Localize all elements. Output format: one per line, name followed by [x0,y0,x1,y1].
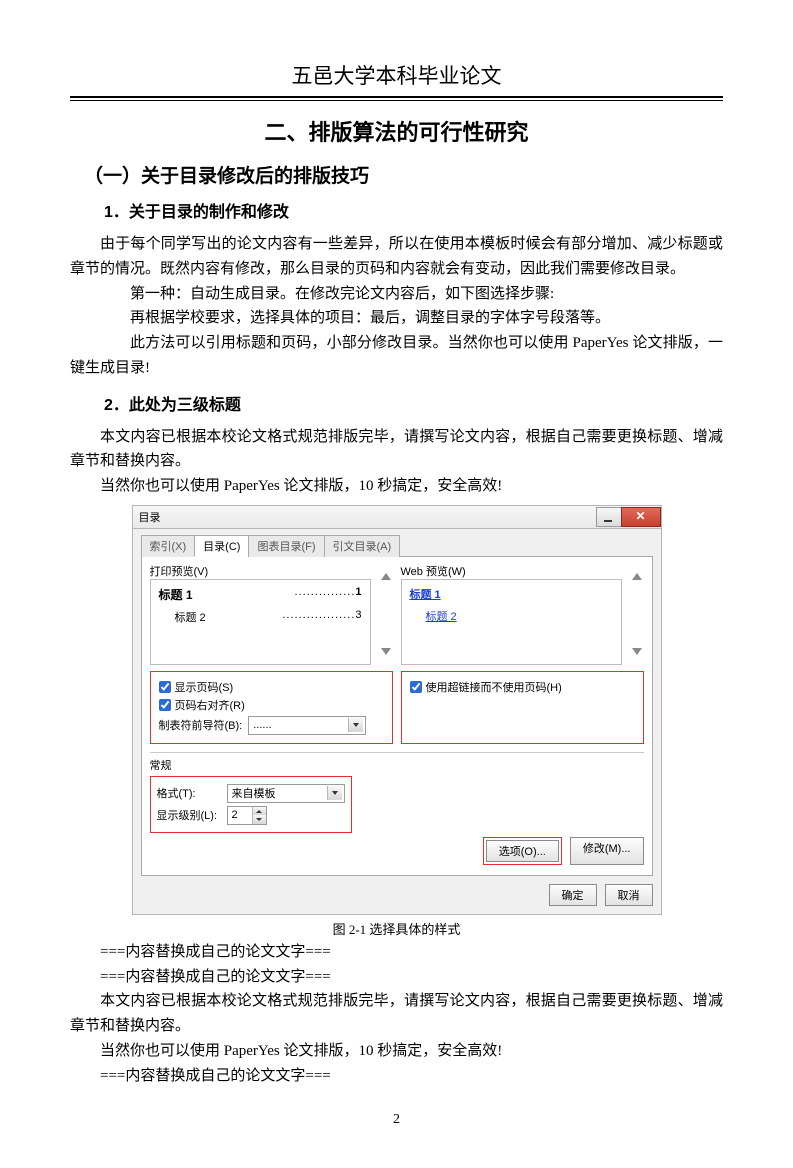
spinner-down-icon[interactable] [253,815,266,824]
paragraph: 第一种：自动生成目录。在修改完论文内容后，如下图选择步骤: [70,282,723,307]
help-icon[interactable] [596,507,621,527]
heading-level-3a: 1．关于目录的制作和修改 [104,198,723,222]
tab-figures[interactable]: 图表目录(F) [248,535,324,557]
cb-align-right-label: 页码右对齐(R) [175,697,245,713]
levels-value: 2 [228,807,252,824]
header-double-rule [70,96,723,101]
chevron-up-icon[interactable] [632,573,642,580]
paragraph: 当然你也可以使用 PaperYes 论文排版，10 秒搞定，安全高效! [70,474,723,499]
tab-leader-value: ...... [253,719,271,731]
page-header-title: 五邑大学本科毕业论文 [70,60,723,90]
heading-level-3b: 2．此处为三级标题 [104,391,723,415]
print-preview-label: 打印预览(V) [150,563,371,579]
cb-hyperlink-label: 使用超链接而不使用页码(H) [426,679,562,695]
cb-align-right[interactable] [159,699,171,711]
figure-caption: 图 2-1 选择具体的样式 [70,919,723,938]
modify-button[interactable]: 修改(M)... [570,837,644,865]
cancel-button[interactable]: 取消 [605,884,653,906]
ok-button[interactable]: 确定 [549,884,597,906]
dialog-tabstrip: 索引(X) 目录(C) 图表目录(F) 引文目录(A) [141,535,653,557]
paragraph: ===内容替换成自己的论文文字=== [70,965,723,990]
heading-level-1: 二、排版算法的可行性研究 [70,115,723,147]
page-number: 2 [70,1112,723,1128]
tab-leader-dropdown[interactable]: ...... [248,716,366,735]
spinner-up-icon[interactable] [253,807,266,816]
paragraph: 由于每个同学写出的论文内容有一些差异，所以在使用本模板时候会有部分增加、减少标题… [70,232,723,282]
tab-toc[interactable]: 目录(C) [194,535,249,557]
chevron-down-icon[interactable] [327,786,342,800]
cb-show-page[interactable] [159,681,171,693]
chevron-up-icon[interactable] [381,573,391,580]
preview-heading-1: 标题 1 [159,586,193,603]
web-link-2[interactable]: 标题 2 [410,608,613,624]
heading-level-2: （一）关于目录修改后的排版技巧 [84,161,723,188]
levels-spinner[interactable]: 2 [227,806,267,825]
general-label: 常规 [150,757,644,773]
web-link-1[interactable]: 标题 1 [410,586,613,602]
dialog-title: 目录 [139,509,161,525]
paragraph: 本文内容已根据本校论文格式规范排版完毕，请撰写论文内容，根据自己需要更换标题、增… [70,425,723,475]
hyperlink-option: 使用超链接而不使用页码(H) [401,671,644,744]
dialog-titlebar[interactable]: 目录 ✕ [132,505,662,528]
chevron-down-icon[interactable] [381,648,391,655]
tab-leader-label: 制表符前导符(B): [159,717,243,733]
options-button[interactable]: 选项(O)... [486,840,559,862]
tab-index[interactable]: 索引(X) [141,535,196,557]
cb-show-page-label: 显示页码(S) [175,679,234,695]
embedded-dialog: 目录 ✕ 索引(X) 目录(C) 图表目录(F) 引文目录(A) 打印预览(V) [132,505,662,915]
format-value: 来自模板 [232,785,276,801]
web-preview-box: 标题 1 标题 2 [401,579,622,665]
paragraph: ===内容替换成自己的论文文字=== [70,1064,723,1089]
preview-page-1: 1 [355,586,361,603]
preview-scroll[interactable] [379,563,393,665]
paragraph: 此方法可以引用标题和页码，小部分修改目录。当然你也可以使用 PaperYes 论… [70,331,723,381]
paragraph: ===内容替换成自己的论文文字=== [70,940,723,965]
preview-heading-2: 标题 2 [175,609,206,625]
web-preview-label: Web 预览(W) [401,563,622,579]
format-dropdown[interactable]: 来自模板 [227,784,345,803]
print-preview-box: 标题 1 ............... 1 标题 2 ............… [150,579,371,665]
web-scroll[interactable] [630,563,644,665]
close-icon[interactable]: ✕ [621,507,661,527]
preview-page-2: 3 [355,609,361,625]
chevron-down-icon[interactable] [632,648,642,655]
cb-hyperlink[interactable] [410,681,422,693]
paragraph: 本文内容已根据本校论文格式规范排版完毕，请撰写论文内容，根据自己需要更换标题、增… [70,989,723,1039]
page-number-options: 显示页码(S) 页码右对齐(R) 制表符前导符(B): ...... [150,671,393,744]
format-label: 格式(T): [157,785,227,801]
paragraph: 当然你也可以使用 PaperYes 论文排版，10 秒搞定，安全高效! [70,1039,723,1064]
chevron-down-icon[interactable] [348,718,363,732]
levels-label: 显示级别(L): [157,807,227,823]
paragraph: 再根据学校要求，选择具体的项目：最后，调整目录的字体字号段落等。 [70,306,723,331]
tab-citations[interactable]: 引文目录(A) [324,535,401,557]
